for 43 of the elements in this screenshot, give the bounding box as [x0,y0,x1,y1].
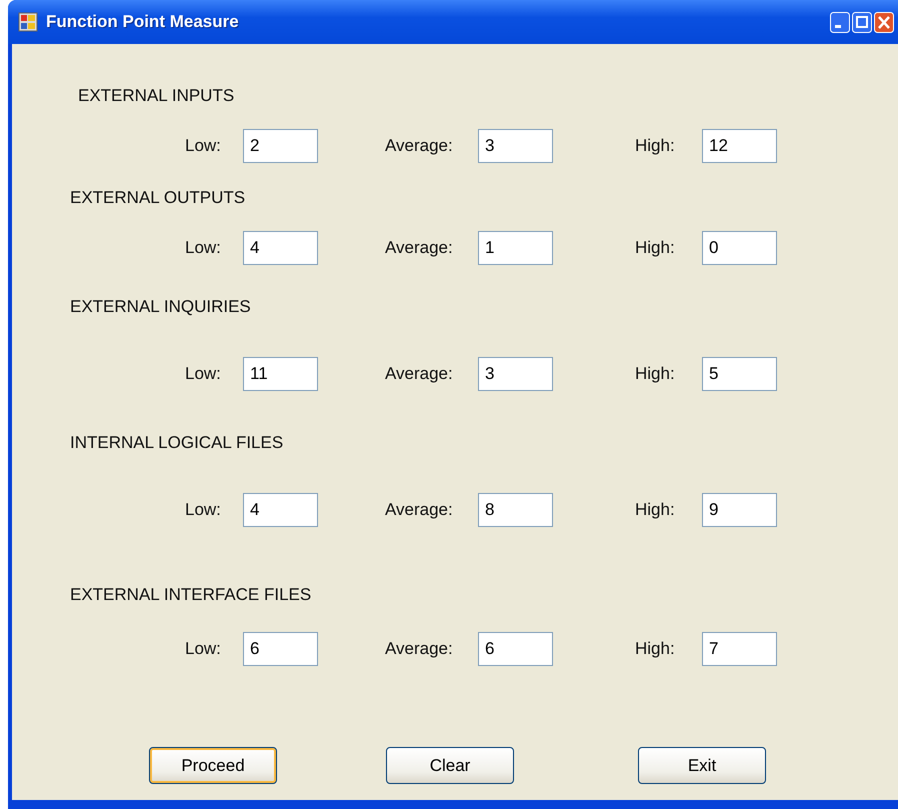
section-heading: EXTERNAL INQUIRIES [70,297,252,317]
field-label: Low: [185,364,222,384]
input-field[interactable]: 7 [702,632,777,666]
field-label: High: [635,364,676,384]
section-heading: EXTERNAL INTERFACE FILES [70,585,312,605]
field-label: High: [635,639,676,659]
field-label: Average: [385,500,454,520]
input-field[interactable]: 9 [702,493,777,527]
input-field[interactable]: 12 [702,129,777,163]
field-label: Average: [385,639,454,659]
close-icon[interactable] [874,12,894,32]
action-button[interactable]: Clear [386,747,514,784]
field-label: Average: [385,238,454,258]
input-field[interactable]: 1 [478,231,553,265]
action-button[interactable]: Proceed [149,747,277,784]
field-label: Low: [185,639,222,659]
field-label: High: [635,500,676,520]
field-label: High: [635,136,676,156]
input-field[interactable]: 4 [243,231,318,265]
input-field[interactable]: 4 [243,493,318,527]
field-label: Low: [185,238,222,258]
input-field[interactable]: 6 [478,632,553,666]
input-field[interactable]: 0 [702,231,777,265]
input-field[interactable]: 3 [478,129,553,163]
section-heading: INTERNAL LOGICAL FILES [70,433,284,453]
window-title: Function Point Measure [46,12,240,32]
app-icon [18,12,38,32]
field-label: Average: [385,364,454,384]
input-field[interactable]: 5 [702,357,777,391]
field-label: High: [635,238,676,258]
section-heading: EXTERNAL OUTPUTS [70,188,246,208]
field-label: Low: [185,136,222,156]
input-field[interactable]: 8 [478,493,553,527]
input-field[interactable]: 2 [243,129,318,163]
maximize-icon[interactable] [852,12,872,32]
minimize-icon[interactable] [830,12,850,32]
section-heading: EXTERNAL INPUTS [77,86,236,106]
input-field[interactable]: 3 [478,357,553,391]
field-label: Low: [185,500,222,520]
action-button[interactable]: Exit [638,747,766,784]
input-field[interactable]: 6 [243,632,318,666]
field-label: Average: [385,136,454,156]
input-field[interactable]: 11 [243,357,318,391]
